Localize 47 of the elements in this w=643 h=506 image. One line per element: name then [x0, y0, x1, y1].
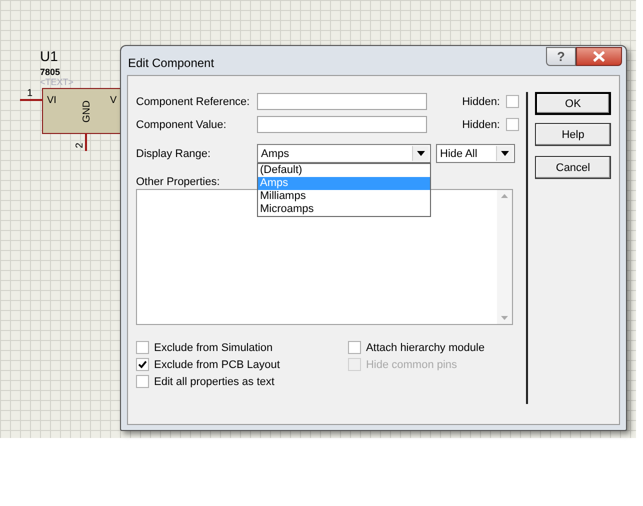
checkbox-label: Edit all properties as text [154, 376, 274, 388]
checkbox[interactable] [348, 341, 361, 354]
dialog-button[interactable]: Cancel [535, 156, 611, 179]
window-title: Edit Component [128, 56, 216, 70]
checkbox-label: Attach hierarchy module [366, 342, 485, 354]
pin-line [85, 133, 87, 151]
dropdown-option[interactable]: (Default) [258, 164, 430, 177]
scroll-up-icon[interactable] [501, 194, 508, 198]
dropdown-option[interactable]: Milliamps [258, 190, 430, 203]
checkbox[interactable] [136, 341, 149, 354]
dropdown-option[interactable]: Microamps [258, 203, 430, 216]
field-label: Component Reference: [136, 96, 251, 108]
component-reference: U1 [40, 48, 58, 64]
pin-number: 2 [74, 142, 86, 148]
close-icon [592, 51, 606, 62]
hidden-label: Hidden: [461, 118, 500, 130]
pin-name: VI [47, 95, 56, 106]
scroll-down-icon[interactable] [501, 316, 508, 320]
dialog-button[interactable]: OK [535, 92, 611, 115]
dropdown-arrow-icon [417, 151, 425, 156]
dialog-button[interactable]: Help [535, 123, 611, 146]
properties-field[interactable] [136, 189, 513, 325]
visibility-dropdown[interactable]: Hide All [436, 144, 515, 163]
component-value: 7805 [40, 67, 60, 77]
checkbox[interactable] [136, 358, 149, 371]
close-button[interactable] [576, 47, 622, 66]
checkbox[interactable] [506, 95, 519, 108]
pin-name: V [110, 95, 117, 106]
field-label: Component Value: [136, 118, 228, 130]
checkbox-label: Exclude from PCB Layout [154, 358, 280, 370]
input-field[interactable] [257, 116, 427, 133]
range-dropdown[interactable]: Amps [257, 144, 431, 163]
help-button[interactable]: ? [546, 47, 576, 66]
checkbox-label: Hide common pins [366, 358, 458, 370]
checkbox[interactable] [506, 118, 519, 131]
component-text: <TEXT> [40, 77, 74, 87]
dropdown-arrow-icon [501, 151, 509, 156]
hidden-label: Hidden: [461, 96, 500, 108]
pin-name: GND [82, 100, 93, 123]
properties-label: Other Properties: [136, 176, 220, 188]
pin-number: 1 [27, 88, 33, 99]
checkbox-label: Exclude from Simulation [154, 342, 273, 354]
input-field[interactable] [257, 93, 427, 110]
field-label: Display Range: [136, 148, 212, 160]
pin-line [20, 99, 42, 101]
scrollbar[interactable] [497, 190, 512, 324]
checkbox[interactable] [136, 375, 149, 388]
